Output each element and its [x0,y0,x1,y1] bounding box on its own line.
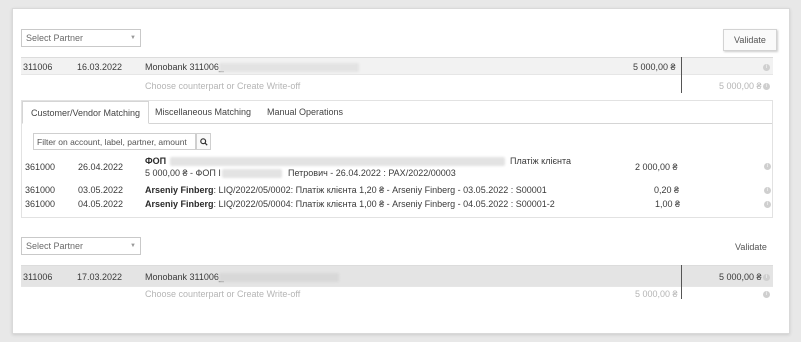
line-account: 311006 [23,62,53,72]
match-date: 26.04.2022 [78,162,124,172]
line-amount: 5 000,00 ₴ [719,272,762,282]
info-icon[interactable]: i [763,64,770,71]
match-amount: 2 000,00 ₴ [635,162,678,172]
validate-button[interactable]: Validate [735,242,767,252]
match-row[interactable]: 361000 26.04.2022 ФОП Платіж клієнта 5 0… [22,156,772,180]
reconciliation-panel: Select Partner ▼ Validate 311006 16.03.2… [12,8,790,334]
redacted-text [219,273,339,282]
info-icon[interactable]: i [763,83,770,90]
match-row[interactable]: 361000 04.05.2022 Arseniy Finberg: LIQ/2… [22,199,772,211]
line-account: 311006 [23,272,53,282]
info-icon[interactable]: i [764,187,771,194]
match-description: Arseniy Finberg: LIQ/2022/05/0002: Платі… [145,185,547,195]
match-amount: 0,20 ₴ [654,185,680,195]
info-icon[interactable]: i [763,291,770,298]
statement-line[interactable]: 311006 16.03.2022 Monobank 311006_ 5 000… [21,57,773,75]
info-icon[interactable]: i [764,201,771,208]
match-row[interactable]: 361000 03.05.2022 Arseniy Finberg: LIQ/2… [22,185,772,197]
tab-miscellaneous-matching[interactable]: Miscellaneous Matching [147,101,259,124]
match-desc-tail: Платіж клієнта [510,156,572,166]
match-amount: 1,00 ₴ [655,199,681,209]
placeholder-amount: 5 000,00 ₴ [719,81,762,91]
redacted-text [170,157,505,166]
placeholder-amount: 5 000,00 ₴ [635,289,678,299]
select-partner-label: Select Partner [26,33,84,43]
tab-customer-vendor-matching[interactable]: Customer/Vendor Matching [22,101,150,124]
statement-line[interactable]: 311006 17.03.2022 Monobank 311006_ 5 000… [21,265,773,287]
column-divider [681,265,682,299]
match-partner: ФОП [145,156,167,166]
line-date: 17.03.2022 [77,272,123,282]
validate-button[interactable]: Validate [723,29,777,51]
matching-tabs-panel: Customer/Vendor Matching Miscellaneous M… [21,100,773,218]
match-account: 361000 [25,185,56,195]
line-label: Monobank 311006_ [145,272,224,282]
match-desc: : LIQ/2022/05/0004: Платіж клієнта 1,00 … [213,199,555,209]
match-line2-amount: 5 000,00 ₴ - ФОП І [145,168,221,178]
info-icon[interactable]: i [764,163,771,170]
search-icon [199,138,208,146]
counterpart-placeholder[interactable]: Choose counterpart or Create Write-off [145,289,300,299]
search-button[interactable] [196,133,211,150]
column-divider [681,57,682,93]
line-amount: 5 000,00 ₴ [633,62,676,72]
match-desc: : LIQ/2022/05/0002: Платіж клієнта 1,20 … [213,185,547,195]
redacted-text [219,63,359,72]
chevron-down-icon: ▼ [130,243,136,249]
filter-input[interactable]: Filter on account, label, partner, amoun… [33,133,196,150]
match-date: 03.05.2022 [78,185,124,195]
select-partner-dropdown[interactable]: Select Partner ▼ [21,29,141,47]
line-date: 16.03.2022 [77,62,123,72]
line-label: Monobank 311006_ [145,62,224,72]
match-date: 04.05.2022 [78,199,124,209]
tab-manual-operations[interactable]: Manual Operations [259,101,351,124]
match-partner: Arseniy Finberg [145,185,214,195]
match-description: Arseniy Finberg: LIQ/2022/05/0004: Платі… [145,199,555,209]
counterpart-placeholder[interactable]: Choose counterpart or Create Write-off [145,81,300,91]
redacted-text [222,169,282,178]
match-partner: Arseniy Finberg [145,199,214,209]
chevron-down-icon: ▼ [130,35,136,41]
match-account: 361000 [25,162,56,172]
select-partner-label: Select Partner [26,241,84,251]
info-icon[interactable]: i [763,274,770,281]
select-partner-dropdown[interactable]: Select Partner ▼ [21,237,141,255]
match-account: 361000 [25,199,56,209]
match-line2-rest: Петрович - 26.04.2022 : PAX/2022/00003 [288,168,456,178]
